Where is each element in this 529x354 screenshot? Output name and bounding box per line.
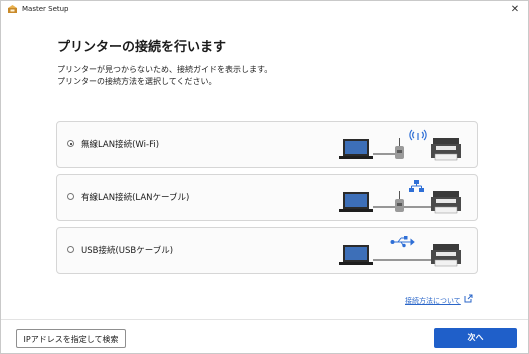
printer-icon: [431, 191, 461, 214]
router-icon: [395, 138, 404, 159]
option-wireless-lan[interactable]: 無線LAN接続(Wi-Fi): [56, 121, 478, 168]
option-wired-lan[interactable]: 有線LAN接続(LANケーブル): [56, 174, 478, 221]
radio-button[interactable]: [67, 193, 74, 200]
wired-lan-connection-illustration: [339, 180, 461, 214]
next-button[interactable]: 次へ: [434, 328, 517, 348]
wifi-icon: [409, 129, 427, 141]
usb-connection-illustration: [339, 236, 461, 267]
laptop-icon: [339, 192, 373, 212]
laptop-icon: [339, 245, 373, 265]
description-line-2: プリンターの接続方法を選択してください。: [57, 77, 217, 86]
option-label: 有線LAN接続(LANケーブル): [81, 193, 190, 203]
app-icon: [8, 5, 17, 13]
page-title: プリンターの接続を行います: [57, 40, 227, 55]
setup-window: Master Setup ✕ プリンターの接続を行います プリンターが見つからな…: [0, 0, 529, 354]
external-link-icon[interactable]: [464, 294, 473, 303]
printer-icon: [431, 244, 461, 267]
ip-address-search-button[interactable]: IPアドレスを指定して検索: [16, 329, 126, 348]
window-title: Master Setup: [22, 5, 69, 13]
option-label: 無線LAN接続(Wi-Fi): [81, 140, 160, 150]
laptop-icon: [339, 139, 373, 159]
close-button[interactable]: ✕: [508, 3, 522, 17]
close-icon: ✕: [510, 4, 520, 15]
option-usb[interactable]: USB接続(USBケーブル): [56, 227, 478, 274]
footer-divider: [1, 319, 528, 320]
network-icon: [409, 180, 424, 192]
wireless-connection-illustration: [339, 129, 461, 161]
option-label: USB接続(USBケーブル): [81, 246, 174, 256]
radio-button-selected[interactable]: [67, 140, 74, 147]
router-icon: [395, 191, 404, 212]
printer-icon: [431, 138, 461, 161]
title-bar: Master Setup ✕: [1, 1, 528, 19]
radio-button[interactable]: [67, 246, 74, 253]
connection-help-link[interactable]: 接続方法について: [405, 296, 461, 306]
page-description: プリンターが見つからないため、接続ガイドを表示します。 プリンターの接続方法を選…: [57, 64, 272, 88]
description-line-1: プリンターが見つからないため、接続ガイドを表示します。: [57, 65, 273, 74]
usb-icon: [390, 236, 415, 248]
